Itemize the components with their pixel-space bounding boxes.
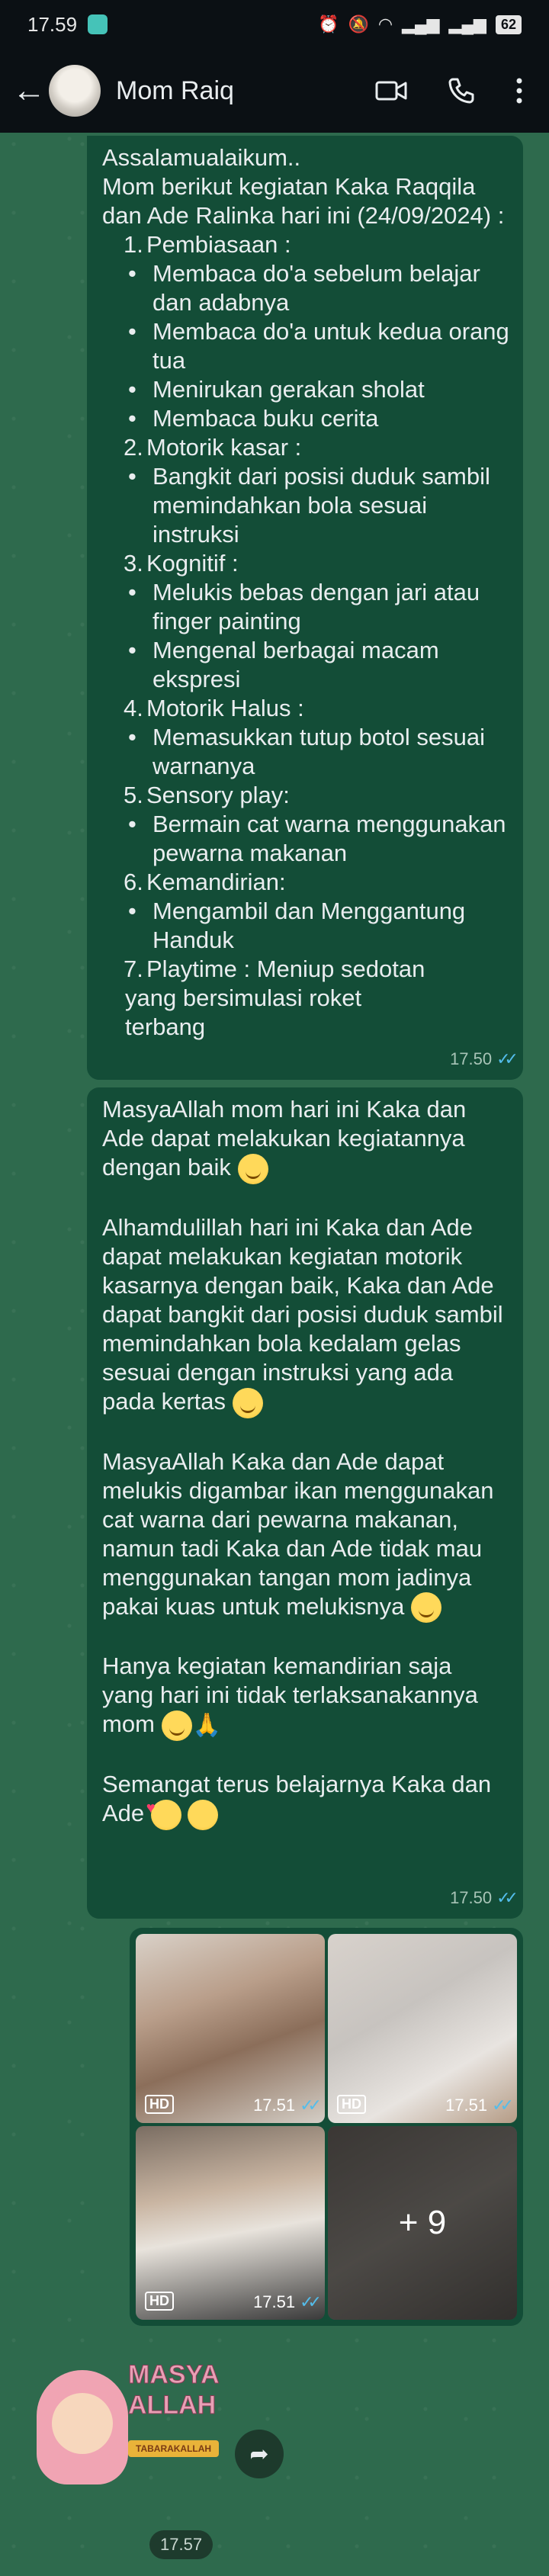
activity-section: 3.Kognitif : Melukis bebas dengan jari a… (124, 549, 509, 694)
smiling-face-emoji (410, 1592, 441, 1624)
video-call-icon[interactable] (375, 79, 407, 102)
masya-allah-sticker[interactable]: MASYA ALLAH TABARAKALLAH (21, 2340, 220, 2530)
message-paragraph: MasyaAllah mom hari ini Kaka dan Ade dap… (102, 1095, 509, 1184)
activity-item: Menirukan gerakan sholat (125, 375, 509, 404)
photo-thumbnail[interactable]: HD 17.51 ✓✓ (136, 2126, 325, 2320)
activity-section: 2.Motorik kasar : Bangkit dari posisi du… (124, 433, 509, 549)
sticker-tag: TABARAKALLAH (128, 2440, 220, 2457)
contact-name[interactable]: Mom Raiq (116, 76, 234, 106)
alarm-icon: ⏰ (318, 14, 339, 34)
more-photos-thumbnail[interactable]: + 9 (328, 2126, 517, 2320)
forward-icon[interactable]: ➦ (235, 2430, 284, 2478)
notification-app-icon (88, 14, 108, 34)
status-bar: 17.59 ⏰ 🔕 ◠ ▂▄▆ ▂▄▆ 62 (0, 0, 549, 49)
activity-section: 4.Motorik Halus : Memasukkan tutup botol… (124, 694, 509, 781)
activity-item: Membaca do'a untuk kedua orang tua (125, 317, 509, 375)
message-meta: 17.50 ✓✓ (450, 1884, 518, 1913)
message-bubble-activities[interactable]: Assalamualaikum.. Mom berikut kegiatan K… (87, 136, 523, 1080)
photo-meta: 17.51 ✓✓ (253, 2096, 322, 2115)
message-time: 17.50 (450, 1049, 493, 1068)
hd-badge: HD (145, 2095, 174, 2114)
voice-call-icon[interactable] (447, 76, 476, 105)
folded-hands-emoji: 🙏 (192, 1713, 222, 1739)
media-album[interactable]: HD 17.51 ✓✓ HD 17.51 ✓✓ HD 17.51 ✓✓ + 9 (130, 1928, 523, 2326)
hd-badge: HD (337, 2095, 366, 2114)
photo-thumbnail[interactable]: HD 17.51 ✓✓ (328, 1934, 517, 2123)
activity-item: Memasukkan tutup botol sesuai warnanya (125, 723, 509, 781)
message-bubble-report[interactable]: MasyaAllah mom hari ini Kaka dan Ade dap… (87, 1087, 523, 1919)
signal-icon-2: ▂▄▆ (448, 14, 486, 34)
activity-item: Bermain cat warna menggunakan pewarna ma… (125, 810, 509, 868)
activity-list: 1.Pembiasaan : Membaca do'a sebelum bela… (102, 230, 509, 1042)
sticker-face (52, 2393, 113, 2454)
activity-item: Bangkit dari posisi duduk sambil meminda… (125, 462, 509, 549)
more-count: + 9 (328, 2126, 517, 2320)
activity-item: Mengenal berbagai macam ekspresi (125, 636, 509, 694)
chat-header: ← Mom Raiq (0, 49, 549, 133)
smiling-face-emoji (161, 1710, 192, 1742)
message-paragraph: Semangat terus belajarnya Kaka dan Ade (102, 1770, 509, 1831)
read-receipt-icon: ✓✓ (300, 2096, 322, 2115)
message-time: 17.50 (450, 1888, 493, 1907)
read-receipt-icon: ✓✓ (300, 2292, 322, 2311)
activity-section: 5.Sensory play: Bermain cat warna menggu… (124, 781, 509, 868)
wifi-icon: ◠ (377, 14, 393, 34)
read-receipt-icon: ✓✓ (496, 1049, 518, 1068)
sticker-time: 17.57 (149, 2530, 214, 2559)
activity-item: Melukis bebas dengan jari atau finger pa… (125, 578, 509, 636)
battery-icon: 62 (495, 14, 522, 34)
more-options-icon[interactable] (515, 77, 523, 104)
smiling-face-emoji (232, 1387, 263, 1418)
message-paragraph: Hanya kegiatan kemandirian saja yang har… (102, 1652, 509, 1742)
photo-meta: 17.51 ✓✓ (445, 2096, 514, 2115)
back-arrow-icon[interactable]: ← (12, 72, 49, 110)
photo-meta: 17.51 ✓✓ (253, 2292, 322, 2311)
activity-item: Membaca buku cerita (125, 404, 509, 433)
activity-section: 7. Playtime : Meniup sedotan yang bersimu… (124, 956, 425, 1040)
message-paragraph: MasyaAllah Kaka dan Ade dapat melukis di… (102, 1447, 509, 1624)
mute-icon: 🔕 (348, 14, 369, 34)
contact-avatar[interactable] (49, 65, 101, 117)
photo-thumbnail[interactable]: HD 17.51 ✓✓ (136, 1934, 325, 2123)
activity-section: 6.Kemandirian: Mengambil dan Menggantung… (124, 868, 509, 955)
hugging-face-emoji (188, 1800, 219, 1831)
hd-badge: HD (145, 2292, 174, 2311)
message-meta: 17.50 ✓✓ (450, 1045, 518, 1074)
read-receipt-icon: ✓✓ (492, 2096, 514, 2115)
message-paragraph: Alhamdulillah hari ini Kaka dan Ade dapa… (102, 1213, 509, 1418)
smiling-face-emoji (237, 1153, 268, 1184)
read-receipt-icon: ✓✓ (496, 1888, 518, 1907)
activity-item: Mengambil dan Menggantung Handuk (125, 897, 509, 955)
sticker-text: MASYA ALLAH (128, 2360, 220, 2420)
smiling-face-with-hearts-emoji (146, 1794, 181, 1831)
signal-icon: ▂▄▆ (402, 14, 440, 34)
message-intro: Assalamualaikum.. Mom berikut kegiatan K… (102, 144, 505, 229)
activity-item: Membaca do'a sebelum belajar dan adabnya (125, 259, 509, 317)
activity-section: 1.Pembiasaan : Membaca do'a sebelum bela… (124, 230, 509, 433)
status-time: 17.59 (27, 12, 78, 36)
